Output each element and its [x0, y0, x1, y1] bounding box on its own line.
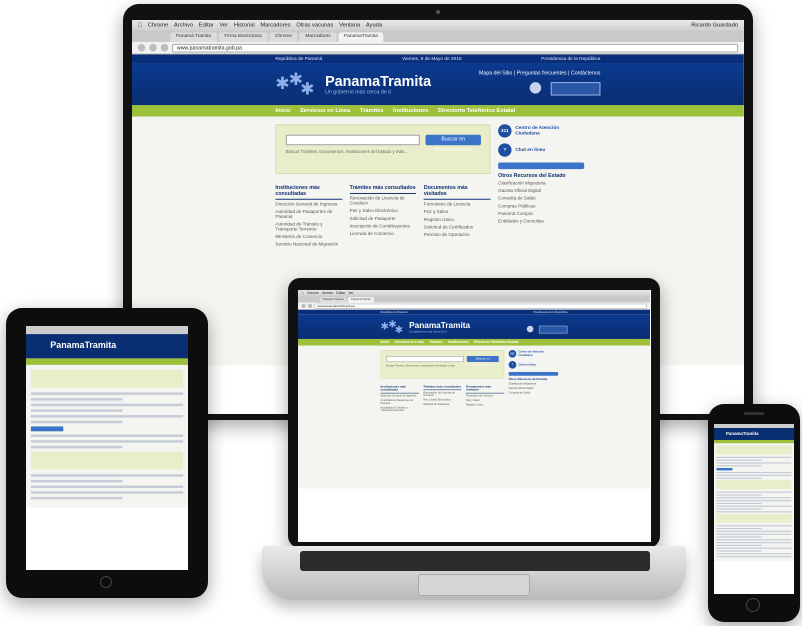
tablet-home-button[interactable] [100, 576, 112, 588]
search-input[interactable] [285, 134, 420, 146]
menu-editar[interactable]: Editar [199, 22, 214, 28]
reload-icon[interactable] [160, 43, 169, 52]
date-label: Viernes, 8 de Mayo de 2015 [401, 55, 462, 62]
search-button[interactable]: Buscar en PanamaTramita [425, 134, 481, 153]
list-item[interactable]: Licencia de Comercio [350, 232, 417, 237]
sidebar-link[interactable]: Compras Públicas [498, 205, 584, 210]
header-links[interactable]: Mapa del Sitio | Preguntas frecuentes | … [479, 71, 600, 77]
back-icon[interactable] [137, 43, 146, 52]
presidency-link[interactable]: Presidencia de la República [541, 56, 600, 62]
browser-tab[interactable]: Chrome [269, 32, 298, 42]
tablet-search-panel[interactable] [30, 369, 184, 388]
sidebar-link[interactable]: Consulta de Saldo [498, 197, 584, 202]
list-item[interactable]: Dirección General de Ingresos [275, 203, 342, 208]
sidebar-link[interactable]: Gaceta Oficial Digital [498, 189, 584, 194]
list-item[interactable]: Solicitud de Certificados [424, 226, 491, 231]
phone-screen: PanamaTramita [714, 424, 794, 594]
browser-tab[interactable]: Marcadores [299, 32, 337, 42]
website-laptop: ChromeArchivoEditarVer Panamá TramitaPa… [298, 290, 650, 489]
gov-top-strip: República de Panamá Viernes, 8 de Mayo d… [132, 54, 744, 64]
laptop-keyboard [300, 551, 650, 571]
menu-ventana[interactable]: Ventana [339, 22, 360, 28]
phone-speaker [744, 412, 764, 415]
chat-link[interactable]: ? Chat en línea [498, 143, 584, 157]
list-item[interactable]: Servicio Nacional de Migración [275, 243, 342, 248]
list-item[interactable]: Permiso de Operación [424, 233, 491, 238]
list-item[interactable]: Paz y Salvo Electrónico [350, 209, 417, 214]
site-header: ✱ ✱ ✱ PanamaTramita Un gobierno más cerc… [132, 63, 744, 106]
column-title: Documentos más visitados [423, 185, 491, 200]
column-documentos: Documentos más visitados Formulario de L… [423, 185, 491, 250]
nav-inicio[interactable]: Inicio [275, 108, 290, 114]
user-name: Ricardo Guardado [691, 22, 739, 29]
apple-icon[interactable]:  [138, 22, 142, 28]
menu-ver[interactable]: Ver [220, 22, 229, 28]
sidebar-title: Otros Recursos del Estado [498, 172, 566, 179]
browser-tab[interactable]: Firma Electrónica [218, 32, 268, 42]
list-item[interactable]: Inscripción de Contribuyentes [350, 225, 417, 230]
laptop-trackpad[interactable] [418, 574, 530, 596]
column-tramites: Trámites más consultados Renovación de L… [349, 185, 417, 250]
menu-marcadores[interactable]: Marcadores [260, 22, 290, 28]
column-title: Instituciones más consultadas [275, 185, 343, 200]
forward-icon[interactable] [149, 43, 157, 52]
header-icons [529, 82, 601, 96]
tablet-button[interactable] [30, 426, 64, 432]
browser-tab[interactable]: Panamá Tramita [170, 32, 217, 42]
chat-label: Chat en línea [515, 147, 546, 153]
list-item[interactable]: Ministerio de Comercio [275, 235, 342, 240]
list-item[interactable]: Renovación de Licencia de Conducir [350, 197, 417, 207]
menu-chrome[interactable]: Chrome [148, 22, 168, 28]
website-tablet: PanamaTramita [26, 326, 188, 508]
logo-tagline: Un gobierno más cerca de ti [325, 89, 391, 96]
badge-311[interactable]: 311 Centro de Atención Ciudadana [498, 124, 584, 138]
menu-ayuda[interactable]: Ayuda [366, 22, 382, 28]
camera-icon [436, 10, 440, 14]
list-item[interactable]: Autoridad de Pasaportes de Panamá [275, 210, 342, 220]
sidebar-link[interactable]: Panamá Compra [498, 212, 584, 217]
column-instituciones: Instituciones más consultadas Dirección … [275, 185, 343, 250]
mac-menubar:  Chrome Archivo Editar Ver Historial Ma… [132, 20, 744, 31]
phone-logo[interactable]: PanamaTramita [714, 428, 794, 440]
accessibility-icon[interactable] [529, 82, 542, 94]
nav-servicios[interactable]: Servicios en Línea [300, 108, 350, 114]
partner-logo[interactable] [550, 82, 601, 96]
logo-name: PanamaTramita [325, 73, 432, 90]
tablet-screen: PanamaTramita [26, 326, 188, 570]
badge-311-icon: 311 [498, 124, 512, 138]
address-bar: www.panamatramita.gob.pa [132, 41, 744, 55]
nav-instituciones[interactable]: Instituciones [393, 108, 428, 114]
search-hint: Buscar Trámites, Documentos, Institucion… [285, 149, 408, 154]
search-panel: Buscar en PanamaTramita Buscar Trámites,… [275, 124, 491, 174]
laptop-screen: ChromeArchivoEditarVer Panamá TramitaPa… [298, 290, 651, 542]
main-nav: Inicio Servicios en Línea Trámites Insti… [132, 105, 744, 117]
url-input[interactable]: www.panamatramita.gob.pa [172, 43, 739, 53]
column-title: Trámites más consultados [349, 185, 417, 194]
phone-home-button[interactable] [746, 598, 760, 612]
browser-tab-active[interactable]: PanamaTramita [338, 32, 384, 42]
nav-directorio[interactable]: Directorio Telefónico Estatal [438, 108, 515, 114]
list-item[interactable]: Formulario de Licencia [424, 203, 491, 208]
gov-label[interactable]: República de Panamá [275, 56, 322, 62]
list-item[interactable]: Solicitud de Pasaporte [350, 217, 417, 222]
stars-icon: ✱ ✱ ✱ [275, 69, 315, 99]
tab-bar: Panamá Tramita Firma Electrónica Chrome … [132, 30, 744, 42]
site-logo[interactable]: ✱ ✱ ✱ PanamaTramita Un gobierno más cerc… [275, 71, 431, 98]
list-item[interactable]: Autoridad de Tránsito y Transporte Terre… [275, 223, 342, 233]
sidebar-link[interactable]: Clasificación Migratoria [498, 182, 584, 187]
sidebar-link[interactable]: Entidades y Consultas [498, 220, 584, 225]
tablet-logo[interactable]: PanamaTramita [26, 334, 188, 359]
menu-archivo[interactable]: Archivo [174, 22, 193, 28]
list-item[interactable]: Registro Único [424, 218, 491, 223]
badge-311-label: Centro de Atención Ciudadana [515, 125, 560, 137]
menu-otras[interactable]: Otras vacunas [296, 22, 333, 28]
columns: Instituciones más consultadas Dirección … [275, 185, 491, 250]
website-phone: PanamaTramita [714, 424, 794, 562]
sidebar-button[interactable] [498, 162, 585, 170]
nav-tramites[interactable]: Trámites [360, 108, 384, 114]
right-sidebar: 311 Centro de Atención Ciudadana ? Chat … [498, 124, 585, 227]
chat-icon: ? [498, 143, 512, 157]
list-item[interactable]: Paz y Salvo [424, 210, 491, 215]
menu-historial[interactable]: Historial [234, 22, 255, 28]
